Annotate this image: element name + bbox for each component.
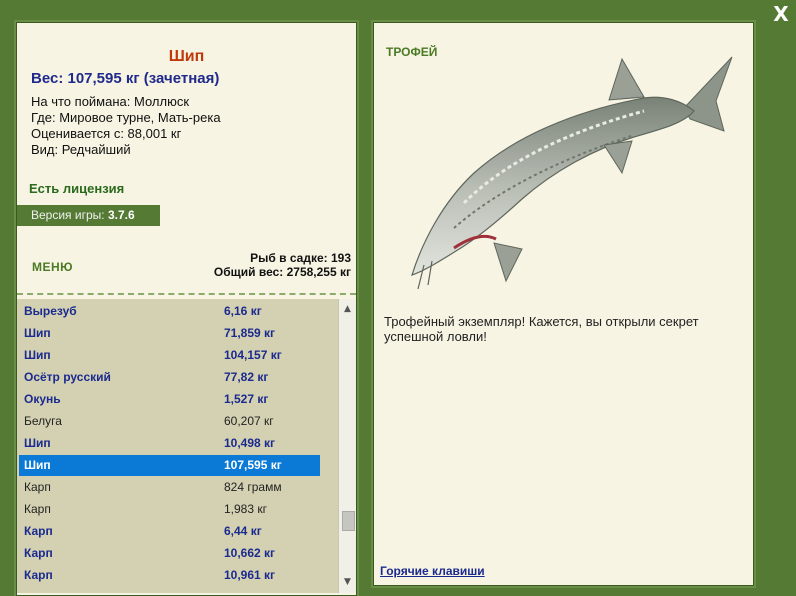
trophy-panel: ТРОФЕЙ Трофейный экземпляр! Кажется, вы … xyxy=(373,22,754,586)
list-item[interactable]: Окунь 1,527 кг xyxy=(19,389,320,410)
fish-name: Шип xyxy=(168,48,205,65)
close-button[interactable]: X xyxy=(770,2,792,26)
list-item[interactable]: Осётр русский 77,82 кг xyxy=(19,367,320,388)
fish-list-weight: 6,44 кг xyxy=(224,524,262,538)
fish-info-panel: Шип Вес: 107,595 кг (зачетная) На что по… xyxy=(16,22,357,596)
fish-list-weight: 1,527 кг xyxy=(224,392,269,406)
keepnet-total-weight: Общий вес: 2758,255 кг xyxy=(213,265,351,279)
caught-on-line: На что поймана: Моллюск xyxy=(31,94,190,109)
fish-list-name: Шип xyxy=(24,326,51,340)
list-item[interactable]: Карп 10,662 кг xyxy=(19,543,320,564)
location-line: Где: Мировое турне, Мать-река xyxy=(31,110,221,125)
menu-button[interactable]: МЕНЮ xyxy=(32,260,73,274)
fish-weight: Вес: 107,595 кг (зачетная) xyxy=(31,70,220,87)
fish-list[interactable]: Вырезуб 6,16 кг Шип 71,859 кг Шип 104,15… xyxy=(17,299,338,593)
fish-list-name: Карп xyxy=(24,502,51,516)
list-item[interactable]: Карп 824 грамм xyxy=(19,477,320,498)
fish-list-weight: 60,207 кг xyxy=(224,414,274,428)
list-item[interactable]: Шип 71,859 кг xyxy=(19,323,320,344)
fish-list-name: Карп xyxy=(24,480,51,494)
fish-list-name: Шип xyxy=(24,458,51,472)
scroll-up-icon[interactable]: ▲ xyxy=(339,301,356,318)
sturgeon-image xyxy=(411,56,733,290)
list-item[interactable]: Карп 6,44 кг xyxy=(19,521,320,542)
fish-list-weight: 10,498 кг xyxy=(224,436,276,450)
trophy-description: Трофейный экземпляр! Кажется, вы открыли… xyxy=(384,314,699,344)
divider xyxy=(17,293,356,295)
fish-list-weight: 71,859 кг xyxy=(224,326,276,340)
fish-list-name: Белуга xyxy=(24,414,62,428)
species-line: Вид: Редчайший xyxy=(31,142,131,157)
version-value: 3.7.6 xyxy=(107,208,135,222)
fish-list-name: Вырезуб xyxy=(24,304,77,318)
list-item[interactable]: Вырезуб 6,16 кг xyxy=(19,301,320,322)
version-bar: Версия игры: 3.7.6 xyxy=(17,205,160,226)
list-item[interactable]: Карп 1,983 кг xyxy=(19,499,320,520)
list-item[interactable]: Шип 104,157 кг xyxy=(19,345,320,366)
valued-from-line: Оценивается с: 88,001 кг xyxy=(31,126,182,141)
keepnet-summary: Рыб в садке: 193 Общий вес: 2758,255 кг xyxy=(214,251,351,279)
hotkeys-link[interactable]: Горячие клавиши xyxy=(380,564,485,578)
fish-list-weight: 1,983 кг xyxy=(224,502,267,516)
scroll-thumb[interactable] xyxy=(342,511,355,531)
fish-list-weight: 107,595 кг xyxy=(224,458,282,472)
fish-list-name: Шип xyxy=(24,436,51,450)
fish-list-name: Карп xyxy=(24,568,53,582)
list-item[interactable]: Шип 10,498 кг xyxy=(19,433,320,454)
scroll-down-icon[interactable]: ▼ xyxy=(339,574,356,591)
fish-list-name: Карп xyxy=(24,546,53,560)
fish-list-weight: 77,82 кг xyxy=(224,370,269,384)
list-item-selected[interactable]: Шип 107,595 кг xyxy=(19,455,320,476)
license-status: Есть лицензия xyxy=(29,181,125,196)
fish-list-weight: 10,961 кг xyxy=(224,568,276,582)
version-label: Версия игры: xyxy=(31,208,108,222)
fish-list-name: Шип xyxy=(24,348,51,362)
fish-list-weight: 10,662 кг xyxy=(224,546,276,560)
fish-list-name: Окунь xyxy=(24,392,61,406)
list-scrollbar[interactable]: ▲ ▼ xyxy=(338,299,356,593)
keepnet-count: Рыб в садке: 193 xyxy=(250,251,351,265)
list-item[interactable]: Карп 10,961 кг xyxy=(19,565,320,586)
fish-list-weight: 104,157 кг xyxy=(224,348,282,362)
fish-list-name: Карп xyxy=(24,524,53,538)
list-item[interactable]: Белуга 60,207 кг xyxy=(19,411,320,432)
fish-list-weight: 824 грамм xyxy=(224,480,282,494)
fish-list-name: Осётр русский xyxy=(24,370,111,384)
fish-list-weight: 6,16 кг xyxy=(224,304,262,318)
